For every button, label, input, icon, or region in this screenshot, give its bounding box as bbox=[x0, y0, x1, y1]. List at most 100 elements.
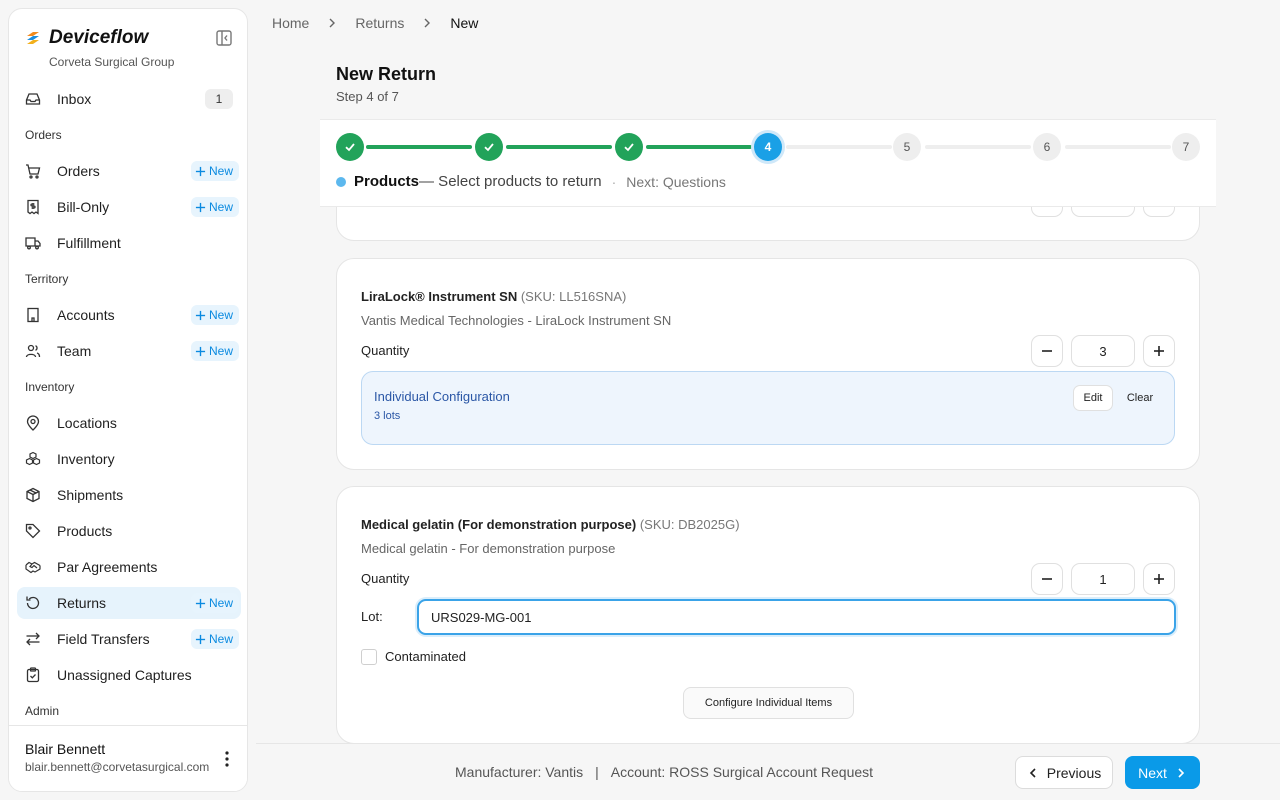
quantity-increment-button[interactable] bbox=[1143, 563, 1175, 595]
sidebar-nav: Inbox 1 Orders Orders New Bill-Only New … bbox=[17, 83, 241, 731]
product-sku: (SKU: LL516SNA) bbox=[520, 289, 627, 304]
quantity-input[interactable]: 1 bbox=[1071, 563, 1135, 595]
page-step-count: Step 4 of 7 bbox=[336, 89, 399, 104]
nav-section-admin: Admin bbox=[25, 704, 60, 718]
step-5: 5 bbox=[893, 133, 921, 161]
step-4-current[interactable]: 4 bbox=[754, 133, 782, 161]
step-connector bbox=[786, 145, 892, 149]
contaminated-checkbox[interactable] bbox=[361, 649, 377, 665]
arrows-left-right-icon bbox=[26, 632, 40, 646]
step-connector bbox=[646, 145, 752, 149]
sidebar-collapse-icon[interactable] bbox=[215, 29, 233, 47]
quantity-increment-button[interactable] bbox=[1143, 207, 1175, 217]
sidebar-item-shipments[interactable]: Shipments bbox=[17, 479, 241, 511]
contaminated-label[interactable]: Contaminated bbox=[385, 649, 466, 664]
next-button[interactable]: Next bbox=[1125, 756, 1200, 789]
new-return-button[interactable]: New bbox=[190, 593, 239, 613]
products-list[interactable]: LiraLock® Instrument SN (SKU: LL516SNA) … bbox=[320, 207, 1216, 743]
brand[interactable]: Deviceflow bbox=[25, 27, 148, 49]
product-sku: (SKU: DB2025G) bbox=[639, 517, 740, 532]
new-field-transfer-button[interactable]: New bbox=[190, 629, 239, 649]
user-email: blair.bennett@corvetasurgical.com bbox=[25, 760, 210, 774]
sidebar-item-inventory[interactable]: Inventory bbox=[17, 443, 241, 475]
nav-section-orders: Orders bbox=[25, 128, 62, 142]
new-label: New bbox=[208, 308, 233, 322]
next-label: Next bbox=[1138, 764, 1167, 781]
new-bill-only-button[interactable]: New bbox=[190, 197, 239, 217]
building-icon bbox=[27, 307, 39, 323]
inbox-icon bbox=[25, 93, 41, 105]
sidebar-item-label: Products bbox=[57, 523, 113, 539]
step-3-complete[interactable] bbox=[615, 133, 643, 161]
quantity-decrement-button[interactable] bbox=[1031, 563, 1063, 595]
breadcrumb-returns[interactable]: Returns bbox=[355, 15, 404, 31]
previous-label: Previous bbox=[1046, 764, 1102, 781]
quantity-value[interactable] bbox=[1071, 207, 1135, 217]
sidebar-item-returns[interactable]: Returns New bbox=[17, 587, 241, 619]
sidebar-item-label: Team bbox=[57, 343, 92, 359]
footer-context: Manufacturer: Vantis | Account: ROSS Surgi… bbox=[455, 764, 873, 780]
step-separator: · bbox=[611, 173, 617, 190]
product-description: Vantis Medical Technologies - LiraLock I… bbox=[361, 313, 672, 328]
check-icon bbox=[345, 143, 355, 152]
check-icon bbox=[484, 143, 494, 152]
sidebar-item-bill-only[interactable]: Bill-Only New bbox=[17, 191, 241, 223]
quantity-decrement-button[interactable] bbox=[1031, 335, 1063, 367]
boxes-icon bbox=[25, 451, 41, 466]
quantity-label: Quantity bbox=[361, 343, 410, 358]
clipboard-check-icon bbox=[26, 667, 40, 683]
plus-icon bbox=[195, 202, 206, 212]
sidebar-item-accounts[interactable]: Accounts New bbox=[17, 299, 241, 331]
sidebar-item-locations[interactable]: Locations bbox=[17, 407, 241, 439]
current-step-name: Products bbox=[354, 173, 420, 190]
account-info: Account: ROSS Surgical Account Request bbox=[610, 764, 874, 780]
sidebar-item-par-agreements[interactable]: Par Agreements bbox=[17, 551, 241, 583]
step-2-complete[interactable] bbox=[475, 133, 503, 161]
sidebar-item-field-transfers[interactable]: Field Transfers New bbox=[17, 623, 241, 655]
sidebar-item-orders[interactable]: Orders New bbox=[17, 155, 241, 187]
product-card bbox=[336, 207, 1200, 241]
sidebar-item-label: Inbox bbox=[57, 91, 92, 107]
plus-icon bbox=[1154, 574, 1164, 584]
sidebar-item-inbox[interactable]: Inbox 1 bbox=[17, 83, 241, 115]
user-name: Blair Bennett bbox=[25, 741, 106, 757]
page-title: New Return bbox=[336, 64, 437, 84]
minus-icon bbox=[1042, 578, 1052, 580]
lot-input[interactable]: URS029-MG-001 bbox=[417, 599, 1176, 635]
lot-label: Lot: bbox=[361, 609, 383, 624]
more-vertical-icon[interactable] bbox=[219, 750, 235, 768]
edit-config-button[interactable]: Edit bbox=[1073, 385, 1113, 411]
sidebar-item-unassigned-captures[interactable]: Unassigned Captures bbox=[17, 659, 241, 691]
quantity-increment-button[interactable] bbox=[1143, 335, 1175, 367]
app-name: Deviceflow bbox=[49, 27, 149, 48]
sidebar-item-fulfillment[interactable]: Fulfillment bbox=[17, 227, 241, 259]
current-step-description: — Select products to return bbox=[419, 173, 602, 190]
new-team-button[interactable]: New bbox=[190, 341, 239, 361]
configure-individual-items-button[interactable]: Configure Individual Items bbox=[683, 687, 854, 719]
sidebar-item-products[interactable]: Products bbox=[17, 515, 241, 547]
plus-icon bbox=[195, 598, 206, 608]
quantity-decrement-button[interactable] bbox=[1031, 207, 1063, 217]
check-icon bbox=[624, 143, 634, 152]
step-1-complete[interactable] bbox=[336, 133, 364, 161]
breadcrumb: Home Returns New bbox=[272, 15, 478, 31]
clear-config-button[interactable]: Clear bbox=[1119, 385, 1161, 411]
sidebar-item-team[interactable]: Team New bbox=[17, 335, 241, 367]
new-account-button[interactable]: New bbox=[190, 305, 239, 325]
footer-bar: Manufacturer: Vantis | Account: ROSS Surgi… bbox=[256, 743, 1280, 800]
quantity-label: Quantity bbox=[361, 571, 410, 586]
user-profile[interactable]: Blair Bennett blair.bennett@corvetasurgi… bbox=[9, 725, 247, 791]
quantity-input[interactable]: 3 bbox=[1071, 335, 1135, 367]
sidebar: Deviceflow Corveta Surgical Group Inbox … bbox=[8, 8, 248, 792]
chevron-right-icon bbox=[424, 18, 431, 28]
new-order-button[interactable]: New bbox=[190, 161, 239, 181]
previous-button[interactable]: Previous bbox=[1015, 756, 1113, 789]
step-indicator-dot bbox=[336, 176, 346, 187]
footer-separator: | bbox=[595, 764, 599, 780]
nav-section-territory: Territory bbox=[25, 272, 69, 286]
step-7: 7 bbox=[1172, 133, 1200, 161]
manufacturer-info: Manufacturer: Vantis bbox=[455, 764, 584, 780]
org-name: Corveta Surgical Group bbox=[49, 55, 175, 69]
sidebar-item-label: Fulfillment bbox=[57, 235, 121, 251]
breadcrumb-home[interactable]: Home bbox=[272, 15, 309, 31]
